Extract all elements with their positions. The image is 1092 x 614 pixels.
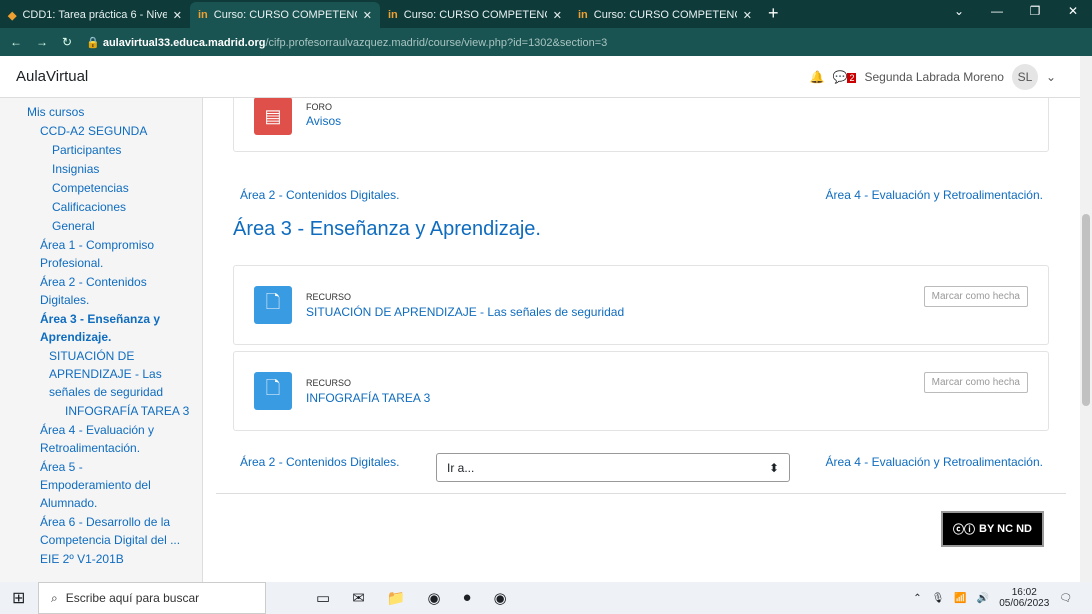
divider bbox=[216, 493, 1066, 494]
mark-done-button[interactable]: Marcar como hecha bbox=[923, 286, 1028, 307]
chrome-icon[interactable]: ◉ bbox=[494, 589, 507, 607]
section-title: Área 3 - Enseñanza y Aprendizaje. bbox=[233, 218, 541, 240]
sidebar-item[interactable]: Área 6 - Desarrollo de la Competencia Di… bbox=[12, 513, 197, 549]
cc-license-badge[interactable]: ⓒⓘ BY NC ND bbox=[941, 511, 1044, 547]
speaker-icon[interactable]: 🔊 bbox=[977, 593, 989, 604]
address-bar: ← → ↻ 🔒 aulavirtual33.educa.madrid.org/cif… bbox=[0, 28, 1092, 56]
sidebar-item[interactable]: CCD-A2 SEGUNDA bbox=[12, 122, 202, 140]
mail-icon[interactable]: ✉ bbox=[352, 589, 365, 607]
url-input[interactable]: 🔒 aulavirtual33.educa.madrid.org/cifp.pr… bbox=[86, 36, 607, 49]
chevron-up-icon[interactable]: ⌃ bbox=[913, 593, 921, 604]
tab-3[interactable]: inCurso: CURSO COMPETENCIAS D✕ bbox=[380, 2, 570, 28]
sidebar-item[interactable]: Área 4 - Evaluación y Retroalimentación. bbox=[12, 421, 182, 457]
back-icon[interactable]: ← bbox=[10, 35, 22, 49]
close-icon[interactable]: ✕ bbox=[743, 9, 752, 22]
window-controls: ⌄ — ❐ ✕ bbox=[940, 4, 1092, 18]
messages-icon[interactable]: 💬 2 bbox=[833, 70, 857, 84]
forum-activity: ▤ FORO Avisos bbox=[233, 98, 1049, 152]
tab-1[interactable]: ◆CDD1: Tarea práctica 6 - Nivel A2✕ bbox=[0, 2, 190, 28]
resource-item: 🗋 RECURSO INFOGRAFÍA TAREA 3 Marcar como… bbox=[233, 351, 1049, 431]
sidebar-item[interactable]: Área 2 - Contenidos Digitales. bbox=[12, 273, 182, 309]
mic-icon[interactable]: 🎙 bbox=[932, 593, 945, 604]
sidebar-item[interactable]: Participantes bbox=[12, 141, 202, 159]
new-tab-button[interactable]: + bbox=[760, 3, 779, 28]
folder-icon[interactable]: 📁 bbox=[387, 589, 406, 607]
search-icon: ⌕ bbox=[51, 590, 58, 605]
app-icon[interactable]: ● bbox=[463, 589, 472, 607]
forward-icon[interactable]: → bbox=[36, 35, 48, 49]
sidebar-item[interactable]: Área 3 - Enseñanza y Aprendizaje. bbox=[12, 310, 192, 346]
sidebar-item[interactable]: Insignias bbox=[12, 160, 202, 178]
site-icon: in bbox=[388, 9, 398, 21]
tab-4[interactable]: inCurso: CURSO COMPETENCIAS D✕ bbox=[570, 2, 760, 28]
prev-section-link[interactable]: Área 2 - Contenidos Digitales. bbox=[240, 455, 399, 469]
sidebar-item[interactable]: EIE 2º V1-201B bbox=[12, 550, 202, 568]
tab-strip: ◆CDD1: Tarea práctica 6 - Nivel A2✕ inCu… bbox=[0, 0, 1092, 28]
chevron-down-icon[interactable]: ⌄ bbox=[1046, 70, 1056, 84]
scrollbar[interactable] bbox=[1080, 56, 1092, 582]
bell-icon[interactable]: 🔔 bbox=[810, 70, 825, 84]
avatar[interactable]: SL bbox=[1011, 63, 1038, 90]
site-header: AulaVirtual 🔔 💬 2 Segunda Labrada Moreno … bbox=[0, 56, 1080, 98]
system-tray: ⌃ 🎙 📶 🔊 16:02 05/06/2023 🗨 bbox=[913, 587, 1072, 609]
sidebar-item[interactable]: SITUACIÓN DE APRENDIZAJE - Las señales d… bbox=[12, 347, 182, 401]
wifi-icon[interactable]: 📶 bbox=[954, 593, 966, 604]
sidebar-item[interactable]: Competencias bbox=[12, 179, 202, 197]
tab-2[interactable]: inCurso: CURSO COMPETENCIAS D✕ bbox=[190, 2, 380, 28]
close-icon[interactable]: ✕ bbox=[363, 9, 372, 22]
taskbar-search[interactable]: ⌕ Escribe aquí para buscar bbox=[38, 582, 266, 614]
sidebar-item[interactable]: Área 1 - Compromiso Profesional. bbox=[12, 236, 192, 272]
course-content: ▤ FORO Avisos Área 2 - Contenidos Digita… bbox=[203, 98, 1080, 582]
close-icon[interactable]: ✕ bbox=[553, 9, 562, 22]
minimize-button[interactable]: — bbox=[978, 4, 1016, 18]
user-name[interactable]: Segunda Labrada Moreno bbox=[864, 70, 1003, 84]
site-icon: in bbox=[578, 9, 588, 21]
sidebar-item[interactable]: Área 5 - Empoderamiento del Alumnado. bbox=[12, 458, 162, 512]
next-section-link[interactable]: Área 4 - Evaluación y Retroalimentación. bbox=[826, 188, 1043, 202]
forum-icon: ▤ bbox=[254, 98, 292, 135]
chrome-icon[interactable]: ◉ bbox=[427, 589, 440, 607]
maximize-button[interactable]: ❐ bbox=[1016, 4, 1054, 18]
jump-to-select[interactable]: Ir a... ⬍ bbox=[436, 453, 790, 482]
brand[interactable]: AulaVirtual bbox=[16, 68, 88, 85]
file-icon: 🗋 bbox=[254, 372, 292, 410]
windows-start-icon[interactable]: ⊞ bbox=[12, 588, 25, 608]
sidebar-item[interactable]: General bbox=[12, 217, 202, 235]
forum-link[interactable]: Avisos bbox=[306, 114, 341, 128]
moodle-icon: ◆ bbox=[8, 9, 17, 22]
site-icon: in bbox=[198, 9, 208, 21]
resource-item: 🗋 RECURSO SITUACIÓN DE APRENDIZAJE - Las… bbox=[233, 265, 1049, 345]
reload-icon[interactable]: ↻ bbox=[62, 35, 72, 49]
next-section-link[interactable]: Área 4 - Evaluación y Retroalimentación. bbox=[826, 455, 1043, 469]
tab-search-icon[interactable]: ⌄ bbox=[940, 4, 978, 18]
course-index: Mis cursos CCD-A2 SEGUNDA Participantes … bbox=[0, 98, 203, 582]
file-icon: 🗋 bbox=[254, 286, 292, 324]
sidebar-item[interactable]: Mis cursos bbox=[12, 103, 202, 121]
task-view-icon[interactable]: ▭ bbox=[316, 589, 330, 607]
sidebar-item[interactable]: INFOGRAFÍA TAREA 3 bbox=[12, 402, 202, 420]
close-window-button[interactable]: ✕ bbox=[1054, 4, 1092, 18]
sidebar-item[interactable]: Calificaciones bbox=[12, 198, 202, 216]
close-icon[interactable]: ✕ bbox=[173, 9, 182, 22]
mark-done-button[interactable]: Marcar como hecha bbox=[923, 372, 1028, 393]
taskbar: ⊞ ⌕ Escribe aquí para buscar ▭ ✉ 📁 ◉ ● ◉ ⌃ 🎙 📶 🔊 1… bbox=[0, 582, 1092, 614]
notifications-icon[interactable]: 🗨 bbox=[1059, 593, 1072, 604]
prev-section-link[interactable]: Área 2 - Contenidos Digitales. bbox=[240, 188, 399, 202]
